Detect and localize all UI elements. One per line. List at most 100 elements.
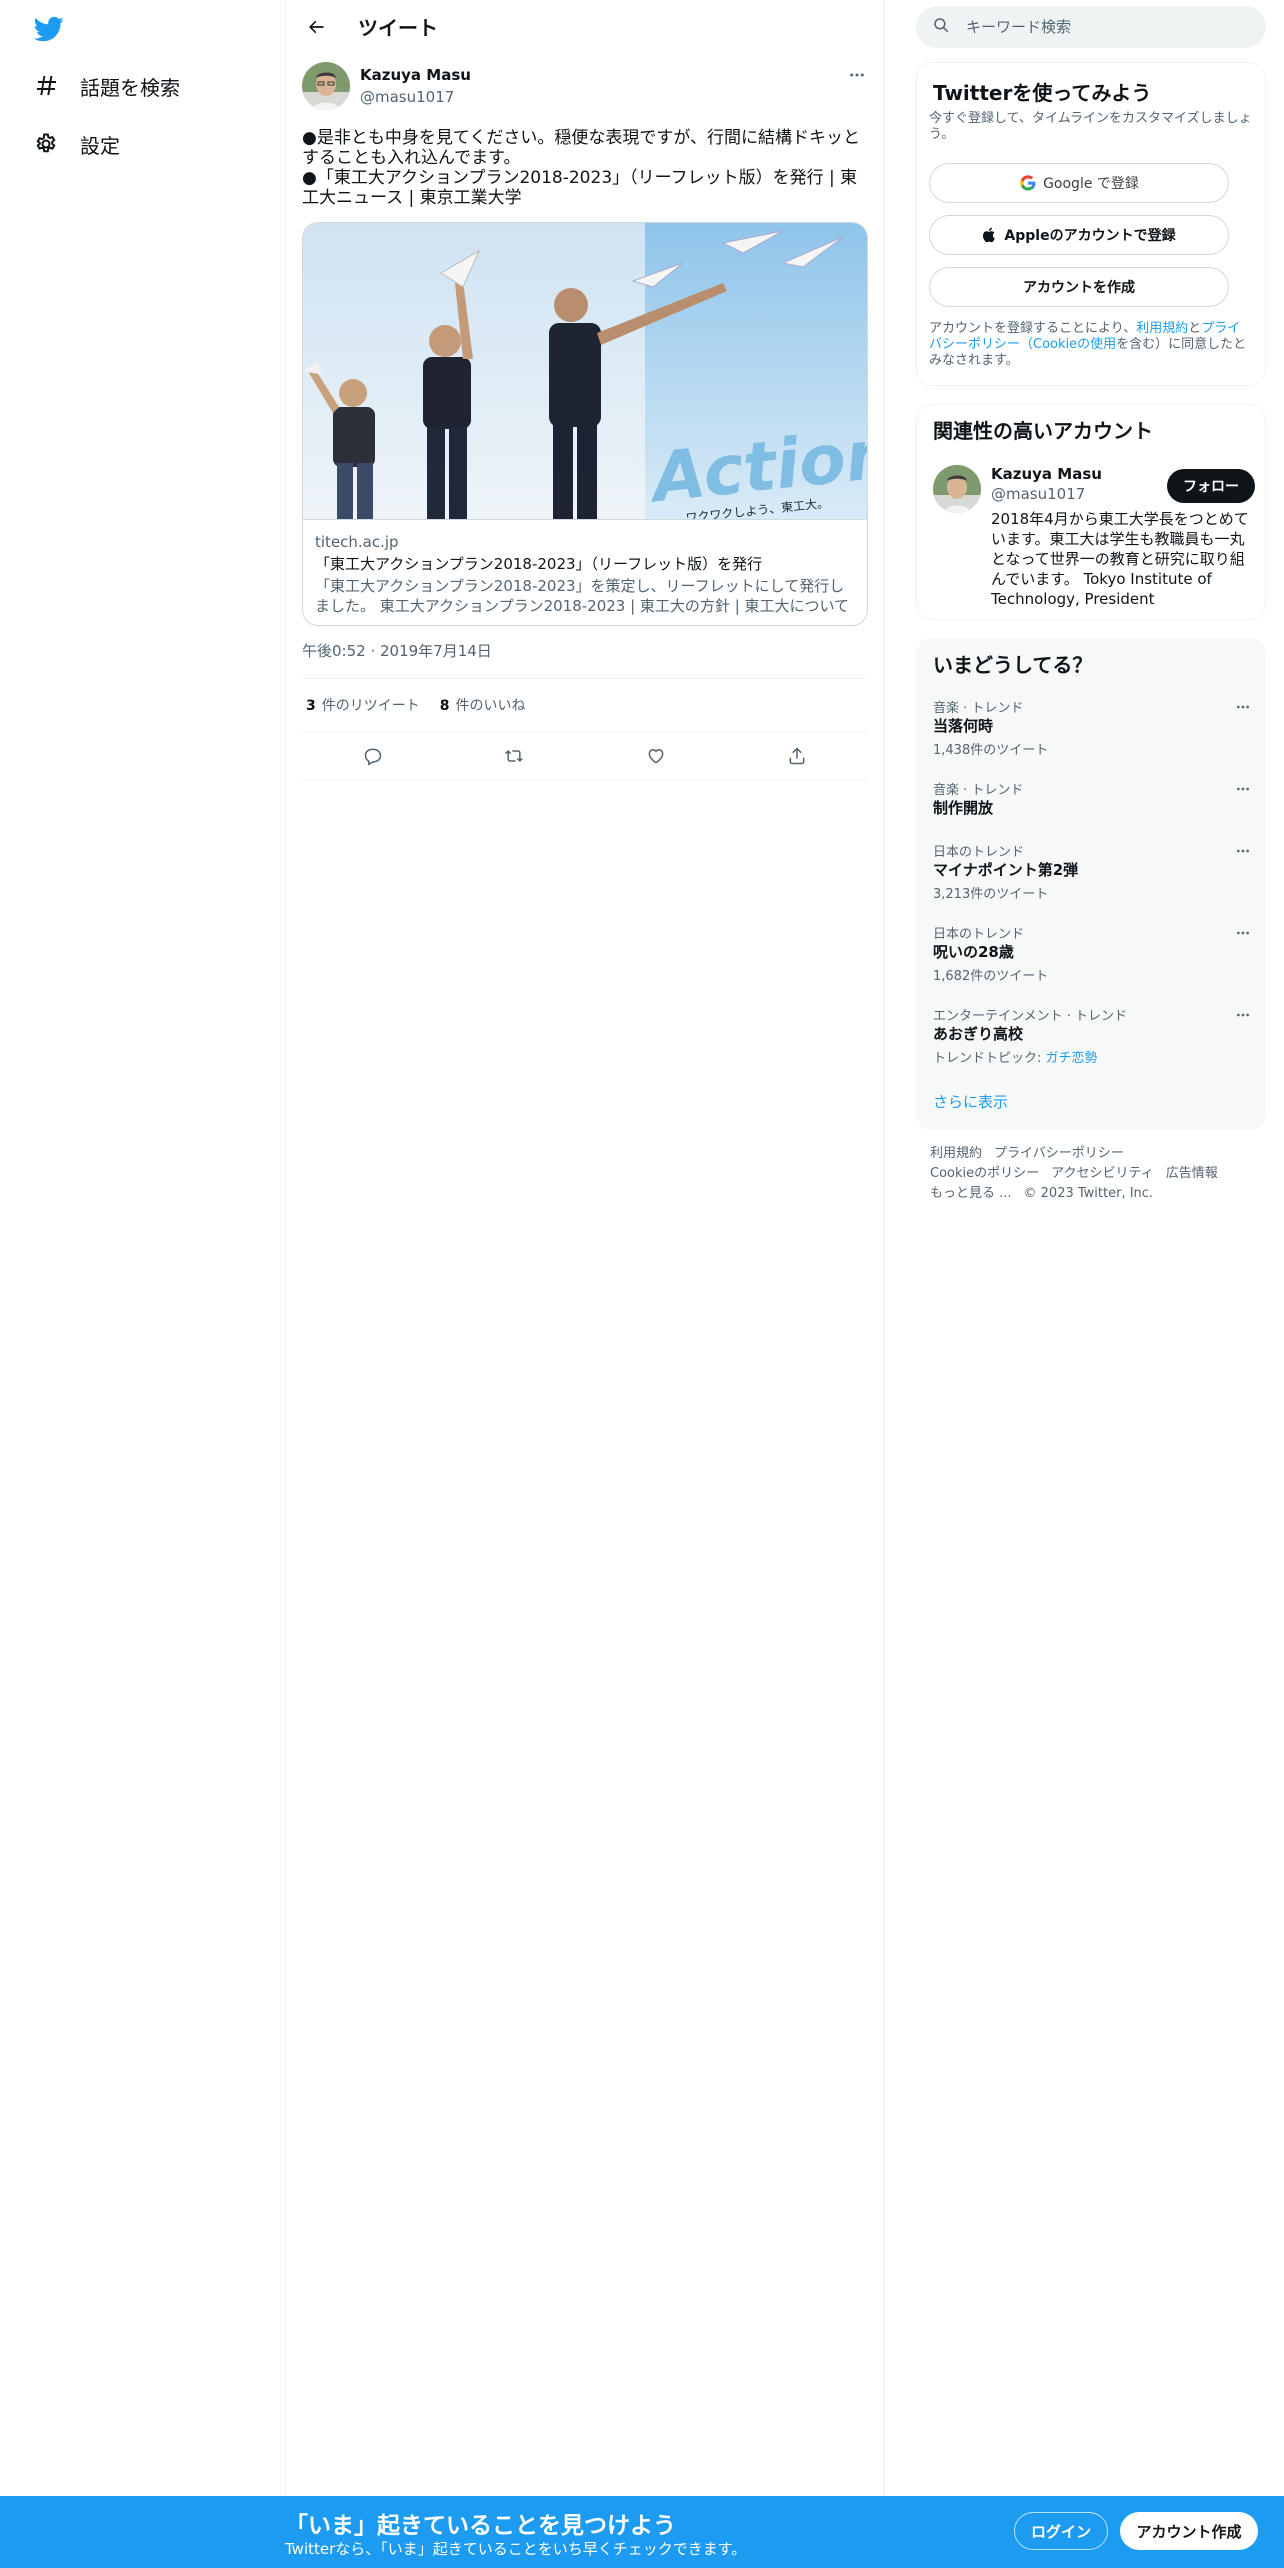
legal-prefix: アカウントを登録することにより、 (929, 321, 1137, 336)
login-button[interactable]: ログイン (1014, 2512, 1108, 2550)
trend-topic-link[interactable]: ガチ恋勢 (1046, 1051, 1098, 1066)
related-accounts-box: 関連性の高いアカウント Kazuya Masu @masu1017 フォロー 2… (916, 404, 1266, 620)
nav-item-settings[interactable]: 設定 (32, 124, 120, 164)
apple-icon (982, 226, 998, 244)
trend-count: トレンドトピック: ガチ恋勢 (933, 1047, 1098, 1066)
related-account-bio: 2018年4月から東工大学長をつとめています。東工大は学生も教職員も一丸となって… (991, 510, 1249, 608)
retweet-count-label: 件のリツイート (321, 698, 420, 714)
author-name[interactable]: Kazuya Masu (360, 66, 471, 84)
more-options-icon[interactable] (1233, 1005, 1253, 1025)
twitter-logo-icon[interactable] (32, 14, 66, 44)
trends-box: いまどうしてる？ 音楽 · トレンド 当落何時 1,438件のツイート 音楽 ·… (916, 638, 1266, 1130)
signup-subtitle: 今すぐ登録して、タイムラインをカスタマイズしましょう。 (929, 111, 1252, 142)
search-box[interactable] (916, 6, 1266, 48)
copyright: © 2023 Twitter, Inc. (1023, 1186, 1154, 1201)
like-icon[interactable] (638, 738, 674, 774)
signup-banner: 「いま」起きていることを見つけよう Twitterなら、「いま」起きていることを… (0, 2496, 1284, 2568)
show-more-link[interactable]: さらに表示 (933, 1091, 1008, 1112)
trend-category: 音楽 · トレンド (933, 783, 1024, 798)
search-icon (932, 16, 950, 38)
create-account-button[interactable]: アカウントを作成 (929, 267, 1229, 307)
signup-button[interactable]: アカウント作成 (1120, 2512, 1258, 2550)
signup-legal-text: アカウントを登録することにより、利用規約とプライバシーポリシー（Cookieの使… (929, 321, 1251, 369)
trends-title: いまどうしてる？ (933, 653, 1093, 677)
trend-name: 呪いの28歳 (933, 943, 1014, 961)
nav-item-label: 話題を検索 (80, 75, 180, 100)
footer-link[interactable]: 広告情報 (1166, 1166, 1218, 1181)
tweet-timestamp[interactable]: 午後0:52 · 2019年7月14日 (302, 640, 492, 661)
trend-category: エンターテインメント · トレンド (933, 1009, 1128, 1024)
trend-topic-prefix: トレンドトピック: (933, 1051, 1046, 1066)
google-signup-label: Google で登録 (1043, 176, 1139, 192)
like-count-label: 件のいいね (455, 698, 526, 714)
banner-subtitle: Twitterなら、「いま」起きていることをいち早くチェックできます。 (285, 2540, 747, 2558)
footer-link[interactable]: もっと見る ... (930, 1186, 1012, 1201)
left-navigation: 話題を検索 設定 (0, 0, 286, 2496)
cookie-link[interactable]: Cookieの使用 (1033, 337, 1116, 352)
more-options-icon[interactable] (1233, 841, 1253, 861)
related-account-handle[interactable]: @masu1017 (991, 485, 1085, 503)
avatar[interactable] (302, 62, 350, 110)
footer-link[interactable]: Cookieのポリシー (930, 1166, 1039, 1181)
trend-item[interactable]: エンターテインメント · トレンド あおぎり高校 トレンドトピック: ガチ恋勢 (917, 1005, 1267, 1085)
footer-link[interactable]: アクセシビリティ (1051, 1166, 1154, 1181)
more-options-icon[interactable] (1233, 697, 1253, 717)
banner-title: 「いま」起きていることを見つけよう (285, 2513, 676, 2539)
search-input[interactable] (966, 18, 1246, 36)
tweet-actions (302, 732, 868, 780)
google-icon (1019, 174, 1037, 192)
header-bar: ツイート (286, 0, 884, 53)
main-column: ツイート Kazuya Masu @masu1017 ●是非とも中身を見てくださ… (286, 0, 884, 2496)
tweet-author: Kazuya Masu @masu1017 (302, 62, 868, 114)
related-account-name[interactable]: Kazuya Masu (991, 465, 1102, 483)
trend-name: 当落何時 (933, 717, 994, 735)
legal-and: と (1188, 321, 1202, 336)
trend-name: あおぎり高校 (933, 1025, 1024, 1043)
trend-count: 1,682件のツイート (933, 969, 1049, 984)
signup-title: Twitterを使ってみよう (933, 81, 1152, 105)
trend-item[interactable]: 日本のトレンド マイナポイント第2弾 3,213件のツイート (917, 841, 1267, 921)
trend-count: 1,438件のツイート (933, 743, 1049, 758)
trend-category: 日本のトレンド (933, 845, 1025, 860)
nav-item-label: 設定 (80, 133, 120, 158)
signup-box: Twitterを使ってみよう 今すぐ登録して、タイムラインをカスタマイズしましょ… (916, 62, 1266, 386)
nav-item-explore[interactable]: 話題を検索 (32, 66, 180, 106)
card-body: titech.ac.jp 「東工大アクションプラン2018-2023」（リーフレ… (303, 519, 867, 625)
apple-signup-label: Appleのアカウントで登録 (1004, 228, 1176, 244)
share-icon[interactable] (779, 738, 815, 774)
trend-item[interactable]: 音楽 · トレンド 当落何時 1,438件のツイート (917, 697, 1267, 777)
trend-category: 日本のトレンド (933, 927, 1025, 942)
retweet-count[interactable]: 3 件のリツイート (306, 695, 420, 715)
retweet-icon[interactable] (496, 738, 532, 774)
trend-item[interactable]: 日本のトレンド 呪いの28歳 1,682件のツイート (917, 923, 1267, 1003)
footer-link[interactable]: 利用規約 (930, 1146, 982, 1161)
card-domain: titech.ac.jp (315, 533, 399, 551)
more-options-icon[interactable] (1233, 923, 1253, 943)
reply-icon[interactable] (355, 738, 391, 774)
apple-signup-button[interactable]: Appleのアカウントで登録 (929, 215, 1229, 255)
terms-link[interactable]: 利用規約 (1136, 321, 1188, 336)
trend-category: 音楽 · トレンド (933, 701, 1024, 716)
page-title: ツイート (358, 16, 438, 40)
legal-paren: （ (1020, 337, 1034, 352)
card-title: 「東工大アクションプラン2018-2023」（リーフレット版）を発行 (315, 555, 763, 573)
more-options-icon[interactable] (1233, 779, 1253, 799)
retweet-count-value: 3 (306, 698, 316, 714)
trend-name: マイナポイント第2弾 (933, 861, 1079, 879)
trend-count: 3,213件のツイート (933, 887, 1049, 902)
tweet-text: ●是非とも中身を見てください。穏便な表現ですが、行間に結構ドキッとすることも入れ… (302, 128, 860, 208)
like-count[interactable]: 8 件のいいね (440, 695, 526, 715)
create-account-label: アカウントを作成 (1023, 280, 1135, 296)
link-card[interactable]: Action! ワクワクしよう、東工大。 titech.ac.jp 「東工大アク… (302, 222, 868, 626)
back-arrow-icon[interactable] (302, 13, 330, 41)
more-options-icon[interactable] (846, 64, 868, 86)
follow-button[interactable]: フォロー (1167, 469, 1255, 503)
author-handle[interactable]: @masu1017 (360, 88, 454, 106)
footer-links: 利用規約 プライバシーポリシー Cookieのポリシー アクセシビリティ 広告情報 も… (930, 1144, 1260, 1204)
avatar[interactable] (933, 465, 981, 513)
footer-link[interactable]: プライバシーポリシー (994, 1146, 1124, 1161)
trend-name: 制作開放 (933, 799, 994, 817)
tweet-stats: 3 件のリツイート 8 件のいいね (302, 678, 868, 732)
google-signup-button[interactable]: Google で登録 (929, 163, 1229, 203)
hashtag-icon (32, 72, 60, 100)
